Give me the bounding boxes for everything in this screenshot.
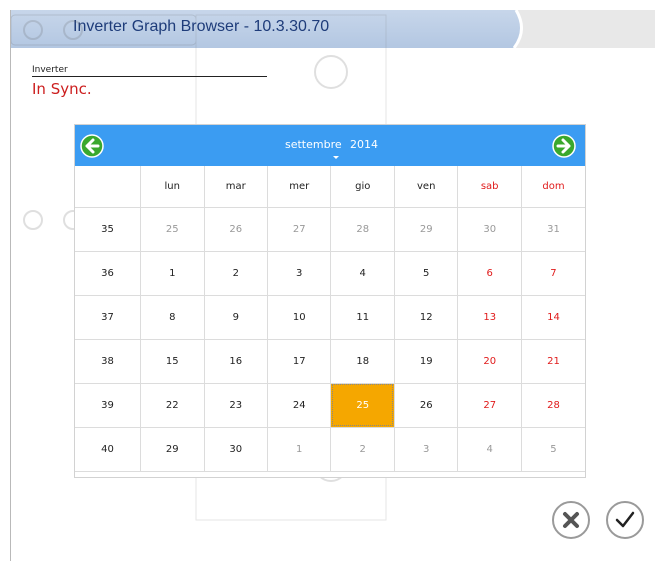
weekday-header: mer [267,166,332,208]
day-cell[interactable]: 14 [521,295,585,340]
day-cell[interactable]: 19 [394,339,459,384]
day-cell[interactable]: 23 [204,383,269,428]
week-row: 37 8 9 10 11 12 13 14 [75,295,585,340]
day-cell[interactable]: 26 [394,383,459,428]
day-cell[interactable]: 2 [204,251,269,296]
day-cell[interactable]: 29 [394,207,459,252]
day-cell[interactable]: 15 [140,339,205,384]
day-cell[interactable]: 29 [140,427,205,472]
arrow-left-icon[interactable] [80,134,104,158]
week-number-header [75,166,142,208]
day-cell[interactable]: 1 [267,427,332,472]
day-cell[interactable]: 25 [140,207,205,252]
confirm-button[interactable] [606,501,644,539]
day-cell[interactable]: 28 [521,383,585,428]
checkmark-icon [615,511,635,528]
week-number: 40 [75,427,142,472]
day-cell[interactable]: 4 [330,251,395,296]
week-row: 38 15 16 17 18 19 20 21 [75,339,585,384]
week-number: 38 [75,339,142,384]
week-number: 35 [75,207,142,252]
date-picker: settembre 2014 lun mar mer gio ven sab d… [74,124,586,478]
day-cell[interactable]: 22 [140,383,205,428]
day-cell[interactable]: 16 [204,339,269,384]
day-cell[interactable]: 26 [204,207,269,252]
day-cell[interactable]: 11 [330,295,395,340]
year-selector[interactable]: 2014 [350,138,378,151]
day-cell[interactable]: 30 [457,207,522,252]
week-number: 37 [75,295,142,340]
close-icon [563,512,579,528]
day-cell[interactable]: 2 [330,427,395,472]
month-selector[interactable]: settembre [285,138,342,151]
day-cell[interactable]: 8 [140,295,205,340]
week-row: 35 25 26 27 28 29 30 31 [75,207,585,252]
week-row: 39 22 23 24 25 26 27 28 [75,383,585,428]
day-cell[interactable]: 3 [267,251,332,296]
week-row: 36 1 2 3 4 5 6 7 [75,251,585,296]
weekday-header: mar [204,166,269,208]
day-cell[interactable]: 21 [521,339,585,384]
day-cell-selected[interactable]: 25 [330,383,395,428]
sync-status: In Sync. [32,80,92,98]
title-swoosh-decoration [512,10,655,48]
inverter-underline [32,76,267,77]
day-cell[interactable]: 28 [330,207,395,252]
day-cell[interactable]: 9 [204,295,269,340]
week-number: 36 [75,251,142,296]
day-cell[interactable]: 1 [140,251,205,296]
day-cell[interactable]: 24 [267,383,332,428]
weekday-header: gio [330,166,395,208]
weekday-header: ven [394,166,459,208]
day-cell[interactable]: 3 [394,427,459,472]
week-number: 39 [75,383,142,428]
week-row: 40 29 30 1 2 3 4 5 [75,427,585,472]
day-cell[interactable]: 17 [267,339,332,384]
day-cell[interactable]: 5 [394,251,459,296]
day-cell[interactable]: 5 [521,427,585,472]
day-cell[interactable]: 6 [457,251,522,296]
weekday-header: sab [457,166,522,208]
day-cell[interactable]: 18 [330,339,395,384]
inverter-label: Inverter [32,65,68,75]
weekday-header-row: lun mar mer gio ven sab dom [75,166,585,208]
day-cell[interactable]: 31 [521,207,585,252]
calendar-header: settembre 2014 [75,125,585,166]
day-cell[interactable]: 12 [394,295,459,340]
day-cell[interactable]: 20 [457,339,522,384]
day-cell[interactable]: 27 [457,383,522,428]
cancel-button[interactable] [552,501,590,539]
weekday-header: lun [140,166,205,208]
weekday-header: dom [521,166,585,208]
arrow-right-icon[interactable] [552,134,576,158]
calendar-grid: lun mar mer gio ven sab dom 35 25 26 27 … [75,166,585,472]
day-cell[interactable]: 10 [267,295,332,340]
day-cell[interactable]: 7 [521,251,585,296]
day-cell[interactable]: 30 [204,427,269,472]
day-cell[interactable]: 13 [457,295,522,340]
chevron-down-icon [333,156,339,159]
day-cell[interactable]: 4 [457,427,522,472]
day-cell[interactable]: 27 [267,207,332,252]
